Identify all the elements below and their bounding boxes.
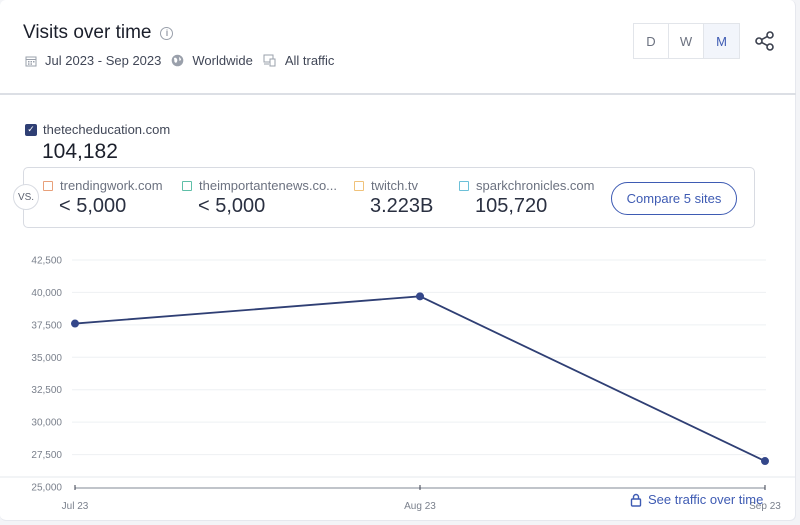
date-range-text: Jul 2023 - Sep 2023 bbox=[45, 53, 162, 68]
granularity-month-button[interactable]: M bbox=[704, 24, 739, 58]
visits-line-chart: 25,000 27,500 30,000 32,500 35,000 37,500 40,0… bbox=[0, 256, 796, 512]
main-site-domain: thetecheducation.com bbox=[43, 122, 171, 137]
see-traffic-link[interactable]: See traffic over time bbox=[630, 492, 763, 507]
date-range: Jul 2023 - Sep 2023 bbox=[25, 53, 161, 68]
compare-sites-button[interactable]: Compare 5 sites bbox=[611, 182, 737, 215]
compare-site[interactable]: theimportantenews.co... < 5,000 bbox=[182, 178, 337, 218]
compare-site-value: < 5,000 bbox=[198, 195, 266, 217]
granularity-toggle: D W M bbox=[633, 23, 740, 59]
y-tick-label: 42,500 bbox=[31, 256, 62, 267]
filters-summary: Jul 2023 - Sep 2023 Worldwide All traffi… bbox=[25, 53, 344, 68]
checkbox-icon[interactable] bbox=[354, 180, 364, 191]
compare-site[interactable]: twitch.tv 3.223B bbox=[354, 178, 433, 218]
vs-badge: VS. bbox=[13, 184, 39, 210]
compare-site-value: < 5,000 bbox=[59, 195, 127, 217]
region: Worldwide bbox=[171, 53, 253, 68]
compare-site-domain: trendingwork.com bbox=[60, 178, 163, 193]
granularity-week-button[interactable]: W bbox=[669, 24, 704, 58]
data-point bbox=[416, 292, 424, 301]
info-icon[interactable]: i bbox=[160, 26, 174, 40]
region-text: Worldwide bbox=[192, 53, 253, 68]
y-tick-label: 30,000 bbox=[31, 418, 62, 429]
title-text: Visits over time bbox=[23, 22, 152, 43]
main-site-checkbox[interactable]: ✓ bbox=[25, 123, 37, 136]
y-tick-label: 25,000 bbox=[31, 483, 62, 494]
y-tick-label: 37,500 bbox=[31, 320, 62, 331]
compare-site[interactable]: trendingwork.com < 5,000 bbox=[43, 178, 163, 218]
compare-site[interactable]: sparkchronicles.com 105,720 bbox=[459, 178, 595, 218]
visits-over-time-card: Visits over time i Jul 2023 - Sep 2023 W… bbox=[0, 0, 796, 521]
card-header: Visits over time i Jul 2023 - Sep 2023 W… bbox=[0, 0, 796, 95]
devices-icon bbox=[263, 54, 277, 67]
page-title: Visits over time i bbox=[23, 22, 174, 44]
checkbox-icon[interactable] bbox=[459, 180, 469, 191]
y-tick-label: 32,500 bbox=[31, 385, 62, 396]
compare-site-domain: twitch.tv bbox=[371, 178, 418, 193]
see-traffic-link-text: See traffic over time bbox=[648, 492, 764, 507]
y-tick-label: 40,000 bbox=[31, 288, 62, 299]
main-site: ✓ thetecheducation.com bbox=[25, 122, 170, 137]
globe-icon bbox=[171, 54, 184, 67]
checkbox-icon[interactable] bbox=[182, 180, 192, 191]
compare-site-domain: theimportantenews.co... bbox=[199, 178, 338, 193]
calendar-icon bbox=[25, 55, 37, 67]
data-point bbox=[71, 319, 79, 328]
checkbox-icon[interactable] bbox=[43, 180, 53, 191]
data-point bbox=[761, 457, 769, 466]
traffic-type-text: All traffic bbox=[284, 53, 335, 68]
traffic-type: All traffic bbox=[263, 53, 335, 68]
x-tick-label: Jul 23 bbox=[62, 501, 89, 512]
series-line bbox=[74, 295, 766, 462]
y-tick-label: 27,500 bbox=[31, 450, 62, 461]
x-tick-label: Aug 23 bbox=[404, 501, 436, 512]
compare-site-value: 3.223B bbox=[370, 195, 434, 217]
compare-site-value: 105,720 bbox=[475, 195, 548, 217]
main-site-value: 104,182 bbox=[42, 140, 118, 163]
y-tick-label: 35,000 bbox=[31, 353, 62, 364]
share-icon[interactable] bbox=[754, 30, 776, 52]
lock-icon bbox=[630, 493, 642, 507]
compare-site-domain: sparkchronicles.com bbox=[476, 178, 595, 193]
granularity-day-button[interactable]: D bbox=[634, 24, 669, 58]
